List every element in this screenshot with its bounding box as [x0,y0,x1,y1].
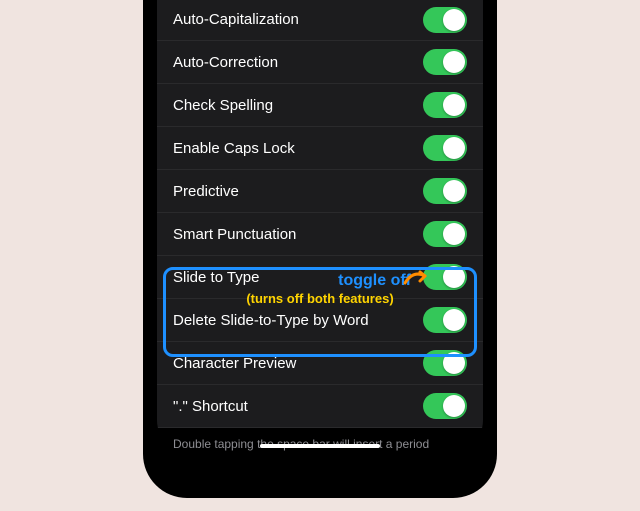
row-label: Check Spelling [173,97,273,114]
row-auto-correction[interactable]: Auto-Correction [157,41,483,84]
toggle-switch[interactable] [423,307,467,333]
toggle-switch[interactable] [423,264,467,290]
toggle-switch[interactable] [423,7,467,33]
row-label: Slide to Type [173,269,259,286]
row-label: Character Preview [173,355,296,372]
row-delete-slide-to-type-by-word[interactable]: Delete Slide-to-Type by Word [157,299,483,342]
row-enable-caps-lock[interactable]: Enable Caps Lock [157,127,483,170]
row-label: Auto-Capitalization [173,11,299,28]
home-indicator[interactable] [260,444,380,448]
row-label: Delete Slide-to-Type by Word [173,312,369,329]
row-period-shortcut[interactable]: "." Shortcut [157,385,483,428]
row-auto-capitalization[interactable]: Auto-Capitalization [157,0,483,41]
row-character-preview[interactable]: Character Preview [157,342,483,385]
row-label: Smart Punctuation [173,226,296,243]
row-label: Auto-Correction [173,54,278,71]
row-label: Predictive [173,183,239,200]
keyboard-settings-list: Auto-Capitalization Auto-Correction Chec… [157,0,483,428]
toggle-switch[interactable] [423,221,467,247]
toggle-switch[interactable] [423,135,467,161]
row-slide-to-type[interactable]: Slide to Type [157,256,483,299]
row-label: "." Shortcut [173,398,248,415]
phone-frame: Auto-Capitalization Auto-Correction Chec… [143,0,497,498]
toggle-switch[interactable] [423,350,467,376]
toggle-switch[interactable] [423,49,467,75]
row-smart-punctuation[interactable]: Smart Punctuation [157,213,483,256]
row-label: Enable Caps Lock [173,140,295,157]
section-footer: Double tapping the space bar will insert… [157,428,483,454]
row-check-spelling[interactable]: Check Spelling [157,84,483,127]
toggle-switch[interactable] [423,178,467,204]
toggle-switch[interactable] [423,92,467,118]
row-predictive[interactable]: Predictive [157,170,483,213]
settings-screen: Auto-Capitalization Auto-Correction Chec… [157,0,483,454]
toggle-switch[interactable] [423,393,467,419]
